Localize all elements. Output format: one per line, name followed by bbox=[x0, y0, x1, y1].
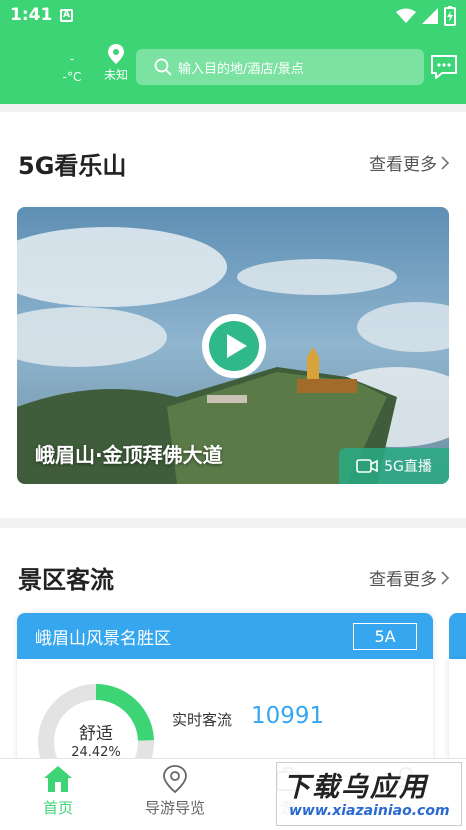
chevron-right-icon bbox=[441, 570, 450, 585]
watermark-title: 下载乌应用 bbox=[283, 772, 428, 803]
comfort-label: 舒适 bbox=[79, 724, 113, 744]
system-icons bbox=[396, 6, 456, 26]
scenic-name: 峨眉山风景名胜区 bbox=[35, 628, 171, 649]
weather-condition: - bbox=[69, 52, 75, 66]
video-title: 峨眉山·金顶拜佛大道 bbox=[35, 443, 223, 467]
app-header: - -°C 未知 输入目的地/酒店/景点 bbox=[0, 32, 466, 104]
location-pin-icon bbox=[108, 44, 124, 64]
tab-home[interactable]: 首页 bbox=[8, 765, 108, 818]
scenic-level-badge: 5A bbox=[353, 623, 417, 650]
search-bar[interactable]: 输入目的地/酒店/景点 bbox=[136, 49, 424, 85]
live-badge[interactable]: 5G直播 bbox=[339, 448, 449, 484]
tab-label: 首页 bbox=[42, 799, 73, 817]
watermark-url: www.xiazainiao.com bbox=[289, 803, 450, 819]
search-placeholder: 输入目的地/酒店/景点 bbox=[178, 61, 304, 77]
camera-icon bbox=[356, 459, 378, 473]
view-more-label: 查看更多 bbox=[369, 570, 437, 590]
view-more-label: 查看更多 bbox=[369, 155, 437, 175]
live-label: 5G直播 bbox=[384, 459, 432, 475]
video-card[interactable]: 峨眉山·金顶拜佛大道 5G直播 bbox=[17, 207, 449, 484]
section-5g: 5G看乐山 查看更多 峨眉山·金顶拜佛大道 5G直播 bbox=[0, 112, 466, 518]
watermark-logo: 下载乌应用 www.xiazainiao.com bbox=[276, 762, 462, 826]
weather-temperature: -°C bbox=[62, 70, 82, 84]
wifi-icon bbox=[396, 8, 416, 23]
sim-icon: A bbox=[60, 9, 73, 22]
play-icon[interactable] bbox=[201, 313, 267, 379]
view-more-link[interactable]: 查看更多 bbox=[369, 565, 450, 590]
location-label: 未知 bbox=[103, 68, 128, 82]
message-icon[interactable] bbox=[430, 54, 458, 80]
next-card-peek[interactable] bbox=[449, 613, 466, 659]
battery-icon bbox=[444, 6, 456, 26]
weather-widget[interactable]: - -°C bbox=[52, 50, 92, 86]
status-time: 1:41 bbox=[10, 5, 53, 25]
location-pin-icon bbox=[163, 765, 187, 793]
chevron-right-icon bbox=[441, 155, 450, 170]
section-title: 5G看乐山 bbox=[18, 152, 127, 180]
location-selector[interactable]: 未知 bbox=[100, 44, 132, 83]
realtime-flow-label: 实时客流 bbox=[172, 711, 233, 729]
section-title: 景区客流 bbox=[18, 566, 114, 594]
search-icon bbox=[154, 58, 172, 76]
view-more-link[interactable]: 查看更多 bbox=[369, 150, 450, 175]
home-icon bbox=[44, 766, 72, 792]
section-tourist-flow: 景区客流 查看更多 峨眉山风景名胜区 5A 舒适 24.42% 实时客流 109… bbox=[0, 528, 466, 783]
scenic-card-header: 峨眉山风景名胜区 5A bbox=[17, 613, 433, 659]
signal-icon bbox=[422, 8, 438, 24]
tab-label: 导游导览 bbox=[144, 799, 205, 817]
tab-guide[interactable]: 导游导览 bbox=[125, 765, 225, 818]
status-bar: 1:41 A bbox=[0, 0, 466, 32]
realtime-flow-value: 10991 bbox=[251, 703, 325, 729]
